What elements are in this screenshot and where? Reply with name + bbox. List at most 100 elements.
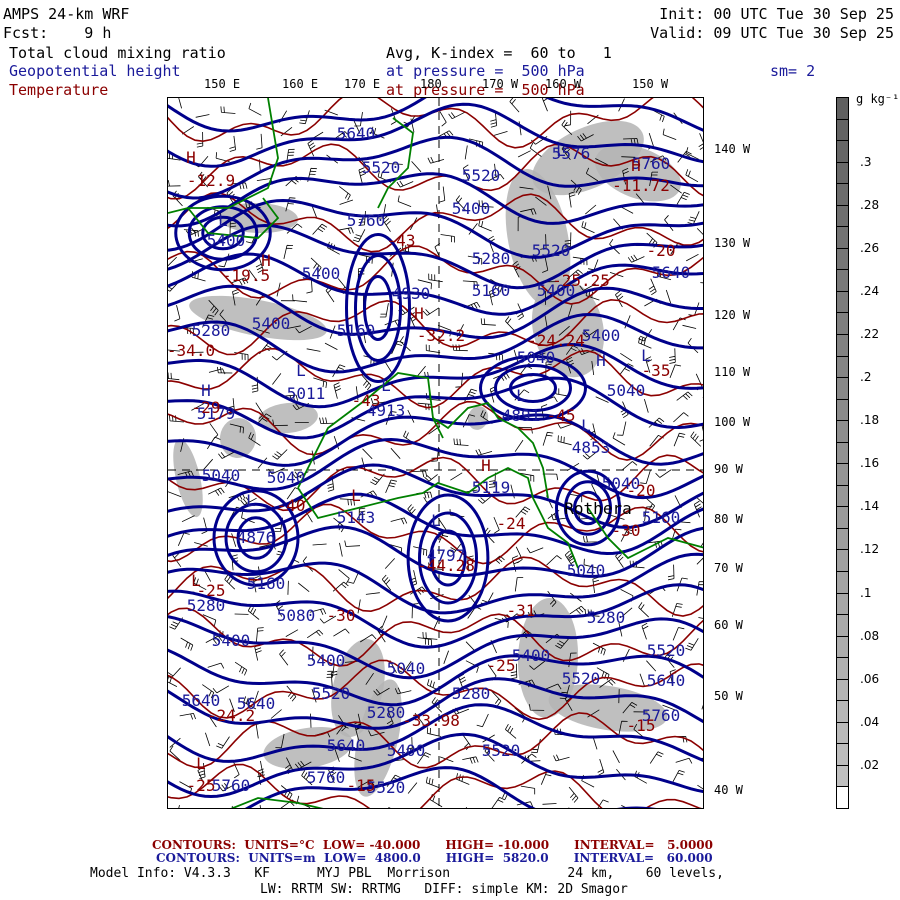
wind-barb [685,638,699,651]
temperature-contour-label: -43 [386,231,416,250]
colorbar-label: .02 [860,757,880,772]
temperature-contour-label: -25 [486,656,516,675]
wind-barb [208,487,225,496]
wind-barb [385,479,397,494]
wind-barb [639,673,646,688]
wind-barb [553,754,570,762]
wind-barb [362,448,373,460]
height-contour-label: 5520 [646,641,686,660]
wind-barb [685,169,699,183]
wind-barb [699,425,703,442]
wind-barb [480,318,496,326]
right-axis-label: 100 W [714,415,751,429]
top-axis-label: 170 E [344,77,381,91]
wind-barb [702,114,703,115]
wind-barb [422,307,440,316]
colorbar-segment [836,700,849,723]
wind-barb [168,491,182,498]
wind-barb [505,724,517,739]
wind-barb [312,543,327,546]
wind-barb [464,145,468,160]
wind-barb [231,533,237,547]
wind-barb [701,704,703,710]
wind-barb [208,368,226,375]
wind-barb [698,133,703,150]
wind-barb [546,555,562,566]
wind-barb [569,605,586,615]
colorbar-segment [836,398,849,422]
colorbar-label: .16 [860,456,880,471]
wind-barb [181,515,195,523]
height-contour-label: 5160 [246,574,286,593]
temp-contour-info: CONTOURS: UNITS=°C LOW= -40.000 HIGH= -1… [152,838,714,852]
wind-barb [581,221,595,234]
wind-barb [620,352,633,362]
right-axis-label: 140 W [714,142,751,156]
height-contour-closed [494,364,572,412]
temperature-contour-label: -20 [646,241,676,260]
wind-barb [700,282,703,284]
low-center-marker: L [381,376,391,395]
wind-barb [283,244,294,259]
height-contour-label: 5400 [581,326,621,345]
temperature-contour-label: -30 [326,606,356,625]
wind-barb [583,536,599,543]
wind-barb [344,540,361,547]
wind-barb [687,211,700,225]
wind-barb [568,807,570,808]
wind-barb [247,605,260,620]
wind-barb [597,758,605,776]
wind-barb [205,732,211,747]
wind-barb [427,156,445,164]
wind-barb [390,447,401,459]
height-contour-label: 5400 [206,231,246,250]
wind-barb [465,806,467,808]
wind-barb [669,364,682,379]
top-axis-label: 170 W [482,77,519,91]
colorbar-segment [836,441,849,465]
height-contour-label: 5040 [386,659,426,678]
colorbar-segment [836,614,849,637]
temperature-contour-label: -24 [496,514,526,533]
height-contour-label: 5400 [251,314,291,333]
wind-barb [422,631,438,640]
wind-barb [682,324,697,329]
temperature-contour-label: -19.5 [221,266,271,285]
wind-barb [216,736,230,749]
colorbar-segment [836,506,849,529]
wind-barb [306,348,321,352]
wind-barb [352,229,366,243]
temperature-contour-label: -44.28 [417,556,475,575]
wind-barb [490,111,498,128]
wind-barb [229,135,236,152]
wind-barb [425,344,441,354]
wind-barb [381,615,388,629]
wind-barb [564,110,572,127]
wind-barb [676,191,690,205]
wind-barb [475,448,493,456]
wind-barb [416,365,426,378]
low-center-marker: L [641,346,651,365]
wind-barb [298,582,310,593]
wind-barb [641,622,649,640]
height-contour-label: 5160 [471,281,511,300]
wind-barb [612,750,620,764]
temperature-contour-label: -31 [506,601,536,620]
wind-barb [333,382,342,399]
wind-barb [248,102,262,116]
height-contour-label: 5080 [276,606,316,625]
temperature-contour-label: -15 [346,776,376,795]
shaded-field-label: Total cloud mixing ratio [9,44,226,62]
height-contour-label: 5760 [211,776,251,795]
low-center-marker: L [218,211,228,230]
station-label-rothera: Rothera [564,499,632,518]
wind-barb [703,661,704,670]
wind-barb [542,431,554,446]
wind-barb [319,417,335,424]
wind-barb [333,628,350,637]
wind-barb [505,316,516,332]
wind-barb [384,558,395,569]
right-axis-label: 110 W [714,365,751,379]
colorbar-segment [836,290,849,314]
wind-barb [514,439,524,452]
